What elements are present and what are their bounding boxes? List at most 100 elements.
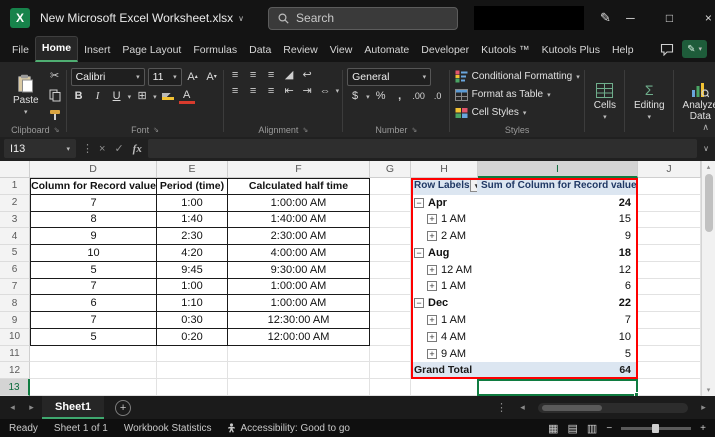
cell-I6[interactable]: 12	[478, 262, 638, 279]
excel-app-icon[interactable]: X	[10, 8, 30, 28]
cell-J7[interactable]	[638, 279, 701, 296]
cell-E10[interactable]: 0:20	[157, 329, 228, 346]
cell-H1[interactable]: Row Labels▾	[411, 178, 478, 195]
cell-I11[interactable]: 5	[478, 346, 638, 363]
cell-E12[interactable]	[157, 362, 228, 379]
collapse-button[interactable]: −	[414, 248, 424, 258]
fill-color-button[interactable]	[160, 89, 176, 104]
cell-G10[interactable]	[370, 329, 411, 346]
cell-G12[interactable]	[370, 362, 411, 379]
analyze-data-button[interactable]: Analyze Data	[678, 66, 715, 137]
number-dialog-launcher[interactable]: ⇘	[411, 126, 417, 134]
editing-button[interactable]: Σ Editing ▾	[629, 66, 670, 137]
align-bottom-button[interactable]: ≡	[264, 69, 279, 81]
tab-automate[interactable]: Automate	[358, 38, 415, 62]
cell-E8[interactable]: 1:10	[157, 295, 228, 312]
clipboard-dialog-launcher[interactable]: ⇘	[54, 126, 60, 134]
cell-D2[interactable]: 7	[30, 195, 157, 212]
cell-J1[interactable]	[638, 178, 701, 195]
cell-F2[interactable]: 1:00:00 AM	[228, 195, 370, 212]
increase-indent-button[interactable]: ⇥	[300, 84, 315, 97]
tab-kutools-plus[interactable]: Kutools Plus	[536, 38, 606, 62]
confirm-entry-button[interactable]: ✓	[114, 142, 123, 155]
column-header-G[interactable]: G	[370, 161, 411, 178]
cell-J13[interactable]	[638, 379, 701, 396]
editing-mode-button[interactable]: ✎ ▾	[682, 40, 707, 58]
vertical-scroll-thumb[interactable]	[705, 174, 713, 232]
cell-J3[interactable]	[638, 212, 701, 229]
cell-J2[interactable]	[638, 195, 701, 212]
cell-E9[interactable]: 0:30	[157, 312, 228, 329]
insert-function-button[interactable]: fx	[133, 143, 142, 155]
wrap-text-button[interactable]: ↩	[300, 68, 315, 81]
comment-icon[interactable]	[660, 43, 674, 56]
pen-icon[interactable]: ✎	[600, 10, 611, 26]
column-header-H[interactable]: H	[411, 161, 478, 178]
accounting-format-button[interactable]: $	[347, 89, 363, 104]
italic-button[interactable]: I	[90, 89, 106, 104]
cell-H5[interactable]: −Aug	[411, 245, 478, 262]
name-box[interactable]: I13 ▾	[4, 139, 76, 158]
increase-decimal-button[interactable]: .00	[411, 89, 427, 104]
cell-D5[interactable]: 10	[30, 245, 157, 262]
cell-E13[interactable]	[157, 379, 228, 396]
collapse-button[interactable]: −	[414, 298, 424, 308]
cell-J6[interactable]	[638, 262, 701, 279]
row-header-2[interactable]: 2	[0, 195, 30, 212]
row-header-13[interactable]: 13	[0, 379, 30, 396]
cell-I12[interactable]: 64	[478, 362, 638, 379]
cell-I5[interactable]: 18	[478, 245, 638, 262]
cell-F8[interactable]: 1:00:00 AM	[228, 295, 370, 312]
cell-G9[interactable]	[370, 312, 411, 329]
column-header-E[interactable]: E	[157, 161, 228, 178]
cell-F10[interactable]: 12:00:00 AM	[228, 329, 370, 346]
search-box[interactable]: Search	[268, 7, 458, 30]
cell-H10[interactable]: +4 AM	[411, 329, 478, 346]
format-as-table-button[interactable]: Format as Table ▾	[454, 86, 581, 103]
collapse-button[interactable]: −	[414, 198, 424, 208]
cell-G5[interactable]	[370, 245, 411, 262]
cell-I10[interactable]: 10	[478, 329, 638, 346]
tab-formulas[interactable]: Formulas	[187, 38, 243, 62]
align-center-button[interactable]: ≡	[246, 85, 261, 97]
expand-button[interactable]: +	[427, 231, 437, 241]
tab-help[interactable]: Help	[606, 38, 640, 62]
cell-I4[interactable]: 9	[478, 228, 638, 245]
tab-kutools[interactable]: Kutools ™	[475, 38, 535, 62]
borders-button[interactable]: ⊞	[134, 89, 150, 104]
cell-F6[interactable]: 9:30:00 AM	[228, 262, 370, 279]
previous-sheet-arrow[interactable]: ◂	[4, 402, 21, 413]
cell-D1[interactable]: Column for Record value	[30, 178, 157, 195]
formula-input[interactable]	[148, 139, 697, 158]
tab-data[interactable]: Data	[243, 38, 277, 62]
tab-review[interactable]: Review	[277, 38, 323, 62]
cell-G7[interactable]	[370, 279, 411, 296]
cell-J10[interactable]	[638, 329, 701, 346]
decrease-indent-button[interactable]: ⇤	[282, 84, 297, 97]
cell-E1[interactable]: Period (time)	[157, 178, 228, 195]
cell-I7[interactable]: 6	[478, 279, 638, 296]
expand-button[interactable]: +	[427, 265, 437, 275]
cell-D6[interactable]: 5	[30, 262, 157, 279]
tab-insert[interactable]: Insert	[78, 38, 116, 62]
minimize-button[interactable]: ─	[611, 0, 650, 36]
cell-G13[interactable]	[370, 379, 411, 396]
normal-view-button[interactable]: ▦	[548, 422, 558, 435]
page-break-view-button[interactable]: ▥	[587, 422, 597, 435]
expand-button[interactable]: +	[427, 315, 437, 325]
cell-H9[interactable]: +1 AM	[411, 312, 478, 329]
accessibility-status[interactable]: Accessibility: Good to go	[227, 423, 350, 434]
align-right-button[interactable]: ≡	[264, 85, 279, 97]
cell-F9[interactable]: 12:30:00 AM	[228, 312, 370, 329]
cell-F7[interactable]: 1:00:00 AM	[228, 279, 370, 296]
align-top-button[interactable]: ≡	[228, 69, 243, 81]
row-header-5[interactable]: 5	[0, 245, 30, 262]
cell-H13[interactable]	[411, 379, 478, 396]
cell-E11[interactable]	[157, 346, 228, 363]
expand-button[interactable]: +	[427, 332, 437, 342]
scroll-right-arrow[interactable]: ▸	[695, 402, 712, 413]
cell-I8[interactable]: 22	[478, 295, 638, 312]
tab-view[interactable]: View	[324, 38, 359, 62]
increase-font-size-button[interactable]: A▴	[185, 70, 201, 85]
format-painter-button[interactable]	[47, 107, 63, 122]
